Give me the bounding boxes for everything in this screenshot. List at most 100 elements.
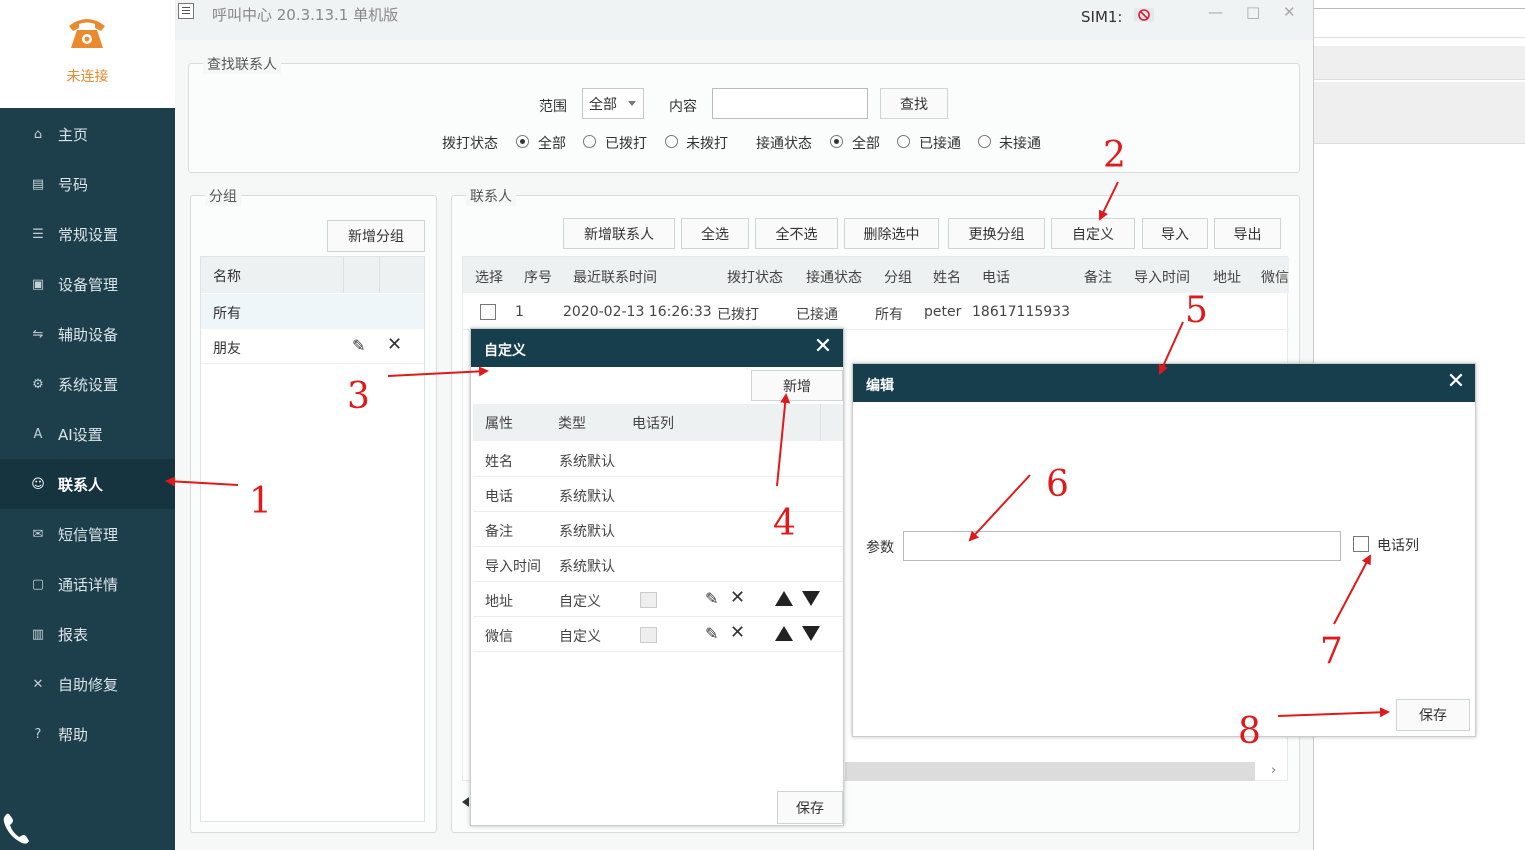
deselect-all-button[interactable]: 全不选 [755, 218, 838, 249]
column-header[interactable]: 分组 [884, 267, 912, 287]
add-field-button[interactable]: 新增 [751, 370, 843, 401]
cell-dial: 已拨打 [717, 307, 759, 323]
move-down-icon[interactable] [802, 626, 820, 641]
custom-field-row[interactable]: 地址 自定义 ✎ ✕ [473, 582, 843, 617]
change-group-button[interactable]: 更换分组 [948, 218, 1045, 249]
sidebar-item-1[interactable]: ▤ 号码 [0, 159, 175, 209]
group-item[interactable]: 所有 [201, 294, 424, 329]
sidebar-item-3[interactable]: ▣ 设备管理 [0, 259, 175, 309]
delete-selected-button[interactable]: 删除选中 [844, 218, 939, 249]
column-header[interactable]: 导入时间 [1134, 267, 1190, 287]
custom-save-button[interactable]: 保存 [777, 791, 843, 824]
phone-column-checkbox[interactable] [1353, 536, 1369, 552]
chevron-down-icon [628, 101, 636, 106]
column-header[interactable]: 微信 [1261, 267, 1289, 287]
custom-field-row[interactable]: 微信 自定义 ✎ ✕ [473, 617, 843, 652]
scroll-right-icon[interactable]: › [1271, 763, 1276, 778]
sidebar-item-label: 设备管理 [58, 275, 119, 294]
sidebar-item-0[interactable]: ⌂ 主页 [0, 109, 175, 159]
sidebar-item-10[interactable]: ▥ 报表 [0, 609, 175, 659]
add-contact-button[interactable]: 新增联系人 [563, 218, 675, 249]
scroll-left-icon[interactable] [462, 797, 469, 807]
close-icon[interactable]: ✕ [1444, 370, 1468, 394]
contacts-icon: ☺ [31, 476, 45, 492]
param-input[interactable] [903, 531, 1341, 561]
sidebar-item-2[interactable]: ☰ 常规设置 [0, 209, 175, 259]
connect-status-label: 接通状态 [756, 136, 812, 152]
annotation-number: 3 [347, 376, 370, 417]
menu-icon[interactable] [178, 3, 194, 19]
sidebar-item-label: 辅助设备 [58, 325, 119, 344]
connect-radio-all[interactable] [830, 135, 843, 148]
column-header[interactable]: 序号 [524, 267, 552, 287]
sidebar-item-5[interactable]: ⚙ 系统设置 [0, 359, 175, 409]
sidebar-item-11[interactable]: ✕ 自助修复 [0, 659, 175, 709]
sidebar: 未连接 ⌂ 主页 ▤ 号码 ☰ 常规设置 ▣ 设备管理 ⇋ 辅助设备 ⚙ 系统设置 A AI设置 ☺ 联系人 ✉… [0, 0, 175, 850]
dial-radio-undialed[interactable] [665, 135, 678, 148]
connect-radio-unconnected[interactable] [978, 135, 991, 148]
minimize-button[interactable]: — [1208, 3, 1223, 21]
group-list: 名称 所有 朋友 ✎ ✕ [200, 256, 425, 822]
sidebar-item-9[interactable]: ▢ 通话详情 [0, 559, 175, 609]
table-row[interactable]: 1 2020-02-13 16:26:33 已拨打 已接通 所有 peter 1… [463, 294, 1289, 330]
sidebar-item-4[interactable]: ⇋ 辅助设备 [0, 309, 175, 359]
column-header[interactable]: 最近联系时间 [573, 267, 657, 287]
move-up-icon[interactable] [775, 626, 793, 641]
delete-icon[interactable]: ✕ [730, 587, 745, 608]
close-icon[interactable]: ✕ [811, 335, 835, 359]
edit-icon[interactable]: ✎ [705, 589, 718, 608]
customize-button[interactable]: 自定义 [1051, 218, 1135, 249]
column-header[interactable]: 电话 [982, 267, 1010, 287]
edit-icon[interactable]: ✎ [352, 336, 365, 355]
column-header[interactable]: 地址 [1213, 267, 1241, 287]
field-attr: 备注 [485, 524, 513, 540]
sidebar-item-6[interactable]: A AI设置 [0, 409, 175, 459]
field-attr: 姓名 [485, 454, 513, 470]
cell-connect: 已接通 [796, 307, 838, 323]
scope-select[interactable]: 全部 [582, 88, 644, 119]
column-header[interactable]: 备注 [1084, 267, 1112, 287]
maximize-button[interactable]: □ [1246, 3, 1260, 21]
move-down-icon[interactable] [802, 591, 820, 606]
column-header[interactable]: 选择 [475, 267, 503, 287]
close-button[interactable]: ✕ [1283, 3, 1296, 21]
column-divider [343, 257, 344, 293]
sidebar-item-7[interactable]: ☺ 联系人 [0, 459, 175, 509]
sidebar-item-label: 报表 [58, 625, 89, 644]
dial-radio-all[interactable] [516, 135, 529, 148]
connect-radio-connected[interactable] [897, 135, 910, 148]
column-header[interactable]: 姓名 [933, 267, 961, 287]
field-attr: 电话 [485, 489, 513, 505]
select-all-button[interactable]: 全选 [681, 218, 749, 249]
group-item-label: 朋友 [213, 341, 241, 357]
import-button[interactable]: 导入 [1142, 218, 1208, 249]
phone-column-checkbox[interactable] [640, 627, 657, 643]
custom-field-row[interactable]: 姓名 系统默认 [473, 442, 843, 477]
custom-field-row[interactable]: 导入时间 系统默认 [473, 547, 843, 582]
move-up-icon[interactable] [775, 591, 793, 606]
phone-handset-icon[interactable] [2, 812, 32, 846]
add-group-button[interactable]: 新增分组 [327, 220, 425, 252]
sidebar-item-12[interactable]: ? 帮助 [0, 709, 175, 759]
edit-icon[interactable]: ✎ [705, 624, 718, 643]
tools-icon: ✕ [32, 676, 44, 692]
edit-dialog-header: 编辑 ✕ [853, 364, 1475, 402]
horizontal-scrollbar[interactable] [845, 762, 1255, 781]
sidebar-item-8[interactable]: ✉ 短信管理 [0, 509, 175, 559]
search-button[interactable]: 查找 [880, 88, 948, 119]
phone-column-checkbox[interactable] [640, 592, 657, 608]
column-header[interactable]: 拨打状态 [727, 267, 783, 287]
edit-save-button[interactable]: 保存 [1396, 699, 1470, 731]
group-item[interactable]: 朋友 ✎ ✕ [201, 329, 424, 364]
content-input[interactable] [712, 88, 868, 119]
delete-icon[interactable]: ✕ [730, 622, 745, 643]
sidebar-item-label: AI设置 [58, 425, 103, 444]
field-attr: 导入时间 [485, 559, 541, 575]
row-checkbox[interactable] [480, 304, 496, 320]
column-divider [820, 404, 821, 441]
export-button[interactable]: 导出 [1214, 218, 1281, 249]
annotation-number: 5 [1185, 290, 1208, 331]
column-header[interactable]: 接通状态 [806, 267, 862, 287]
dial-radio-dialed[interactable] [583, 135, 596, 148]
close-icon[interactable]: ✕ [387, 334, 402, 355]
